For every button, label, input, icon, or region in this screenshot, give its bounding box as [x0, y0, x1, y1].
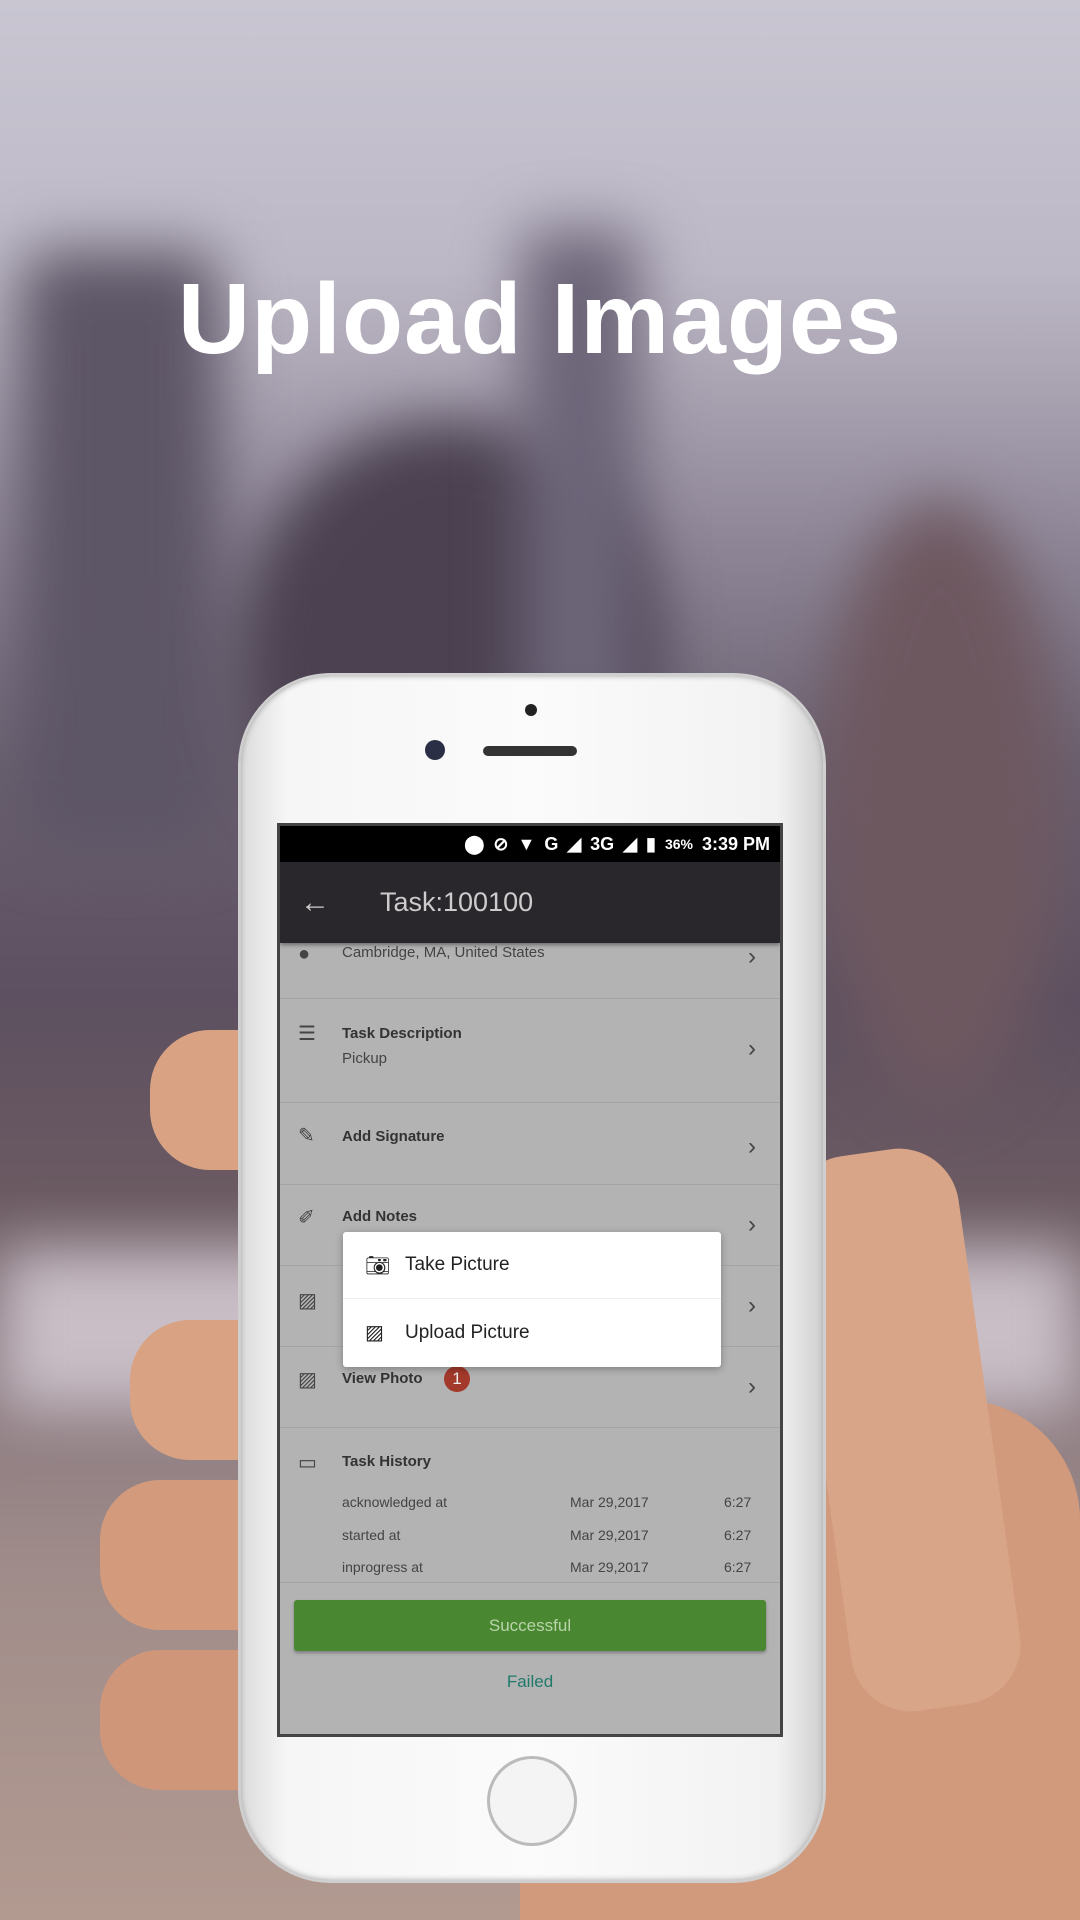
camera-icon: 📷︎ [365, 1254, 391, 1277]
history-date: Mar 29,2017 [570, 1559, 649, 1575]
list-item-task-description[interactable]: ☰ Task Description Pickup › [280, 999, 780, 1103]
history-time: 6:27 [724, 1559, 752, 1575]
row-label: Add Notes [342, 1208, 417, 1225]
section-title: Task History [342, 1453, 431, 1470]
page-headline: Upload Images [177, 263, 903, 375]
history-date: Mar 29,2017 [570, 1527, 649, 1543]
chevron-right-icon: › [748, 1373, 756, 1400]
list-icon: ☰ [298, 1023, 316, 1045]
list-item-add-signature[interactable]: ✎ Add Signature › [280, 1103, 780, 1185]
chevron-right-icon: › [748, 1292, 756, 1319]
signal-icon: ◢ [567, 833, 582, 854]
network-type-2: 3G [590, 833, 615, 854]
battery-icon: ▮ [646, 833, 656, 854]
history-event: acknowledged at [342, 1494, 448, 1510]
network-type: G [544, 833, 559, 854]
edit-note-icon: ✐ [298, 1207, 315, 1229]
chevron-right-icon: › [748, 1035, 756, 1062]
row-value: Pickup [342, 1050, 388, 1067]
image-icon: ▨ [365, 1322, 384, 1344]
list-item-location[interactable]: ● Cambridge, MA, United States › [280, 943, 780, 999]
menu-item-take-picture[interactable]: 📷︎ Take Picture [343, 1232, 721, 1299]
bg-building [820, 500, 1060, 1100]
location-icon: ⬤ [464, 833, 485, 854]
home-button[interactable] [487, 1756, 577, 1846]
image-icon: ▨ [298, 1290, 317, 1312]
row-label: Add Signature [342, 1128, 445, 1145]
history-event: started at [342, 1527, 401, 1543]
page-title: Task:100100 [380, 887, 534, 917]
signal-icon: ◢ [623, 833, 638, 854]
app-bar: ← Task:100100 [280, 862, 780, 943]
history-time: 6:27 [724, 1494, 752, 1510]
task-history-section: ▭ Task History acknowledged at Mar 29,20… [280, 1428, 780, 1583]
chevron-right-icon: › [748, 943, 756, 970]
phone-screen: ⬤ ⊘ ▼ G ◢ 3G ◢ ▮ 36% 3:39 PM ← Task:1001… [277, 823, 783, 1737]
location-pin-icon: ● [298, 943, 311, 965]
earpiece [483, 746, 577, 756]
menu-item-label: Upload Picture [405, 1321, 530, 1343]
location-text: Cambridge, MA, United States [342, 944, 545, 961]
menu-item-upload-picture[interactable]: ▨ Upload Picture [343, 1299, 721, 1366]
back-arrow-icon[interactable]: ← [280, 886, 380, 920]
photo-count-badge: 1 [444, 1366, 470, 1392]
chevron-right-icon: › [748, 1133, 756, 1160]
sensor [525, 704, 537, 716]
row-label: Task Description [342, 1025, 462, 1042]
battery-level: 36% [664, 836, 693, 852]
row-label: View Photo [342, 1370, 423, 1387]
successful-button[interactable]: Successful [294, 1600, 766, 1651]
do-not-disturb-icon: ⊘ [493, 833, 509, 854]
failed-button[interactable]: Failed [280, 1672, 780, 1692]
photos-icon: ▨ [298, 1369, 317, 1391]
history-icon: ▭ [298, 1452, 317, 1474]
status-bar: ⬤ ⊘ ▼ G ◢ 3G ◢ ▮ 36% 3:39 PM [280, 826, 780, 862]
history-time: 6:27 [724, 1527, 752, 1543]
history-event: inprogress at [342, 1559, 423, 1575]
pencil-icon: ✎ [298, 1125, 315, 1147]
clock: 3:39 PM [701, 833, 770, 854]
menu-item-label: Take Picture [405, 1254, 510, 1275]
front-camera [425, 740, 445, 760]
wifi-icon: ▼ [517, 833, 536, 854]
photo-source-menu: 📷︎ Take Picture ▨ Upload Picture [343, 1232, 721, 1367]
history-date: Mar 29,2017 [570, 1494, 649, 1510]
chevron-right-icon: › [748, 1211, 756, 1238]
